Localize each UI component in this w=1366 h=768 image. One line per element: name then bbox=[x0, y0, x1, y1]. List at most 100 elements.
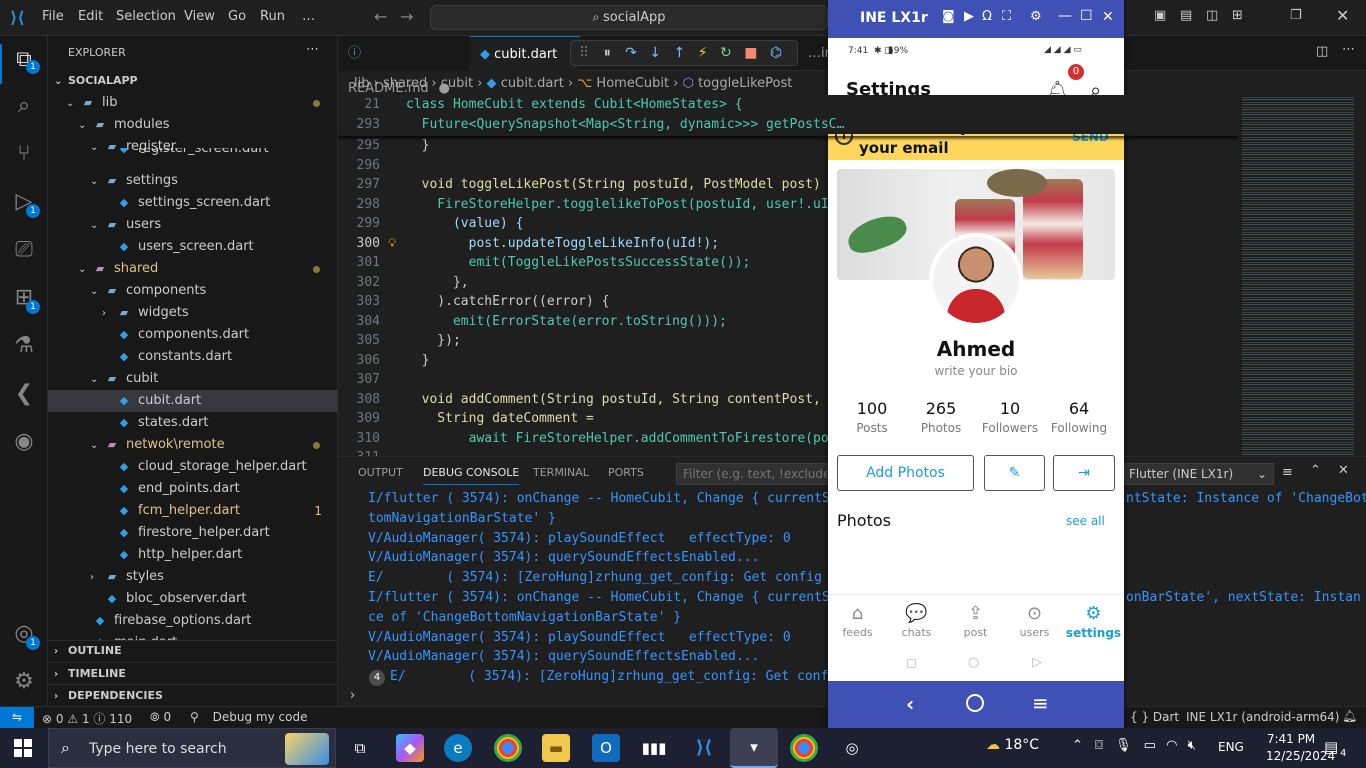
file-explorer-icon[interactable]: ▬ bbox=[542, 734, 570, 762]
video-icon[interactable]: ▶ bbox=[964, 9, 974, 24]
layout-custom-icon[interactable]: ⊞ bbox=[1232, 8, 1243, 23]
explorer-item[interactable]: ◆ cloud_storage_helper.dart bbox=[48, 456, 338, 478]
testing-icon[interactable]: ⚗ bbox=[10, 332, 38, 360]
add-photos-button[interactable]: Add Photos bbox=[837, 455, 974, 491]
maximize-panel-icon[interactable]: ⌃ bbox=[1310, 463, 1321, 478]
console-input-chevron-icon[interactable]: › bbox=[350, 688, 355, 703]
menu-selection[interactable]: Selection bbox=[116, 9, 176, 24]
explorer-item[interactable]: ⌄ ▰ lib bbox=[48, 92, 338, 114]
explorer-item[interactable]: ◆ components.dart bbox=[48, 324, 338, 346]
command-center-search[interactable]: ⌕ socialApp bbox=[430, 5, 828, 30]
back-icon[interactable]: ‹ bbox=[906, 692, 914, 716]
explorer-item[interactable]: › ▰ styles bbox=[48, 566, 338, 588]
explorer-item[interactable]: ⌄ ▰ modules bbox=[48, 114, 338, 136]
project-root[interactable]: ⌄ SOCIALAPP bbox=[48, 70, 338, 92]
menu-go[interactable]: Go bbox=[228, 9, 246, 24]
layout-sidebar-icon[interactable]: ▣ bbox=[1154, 8, 1166, 23]
tab-ports[interactable]: PORTS bbox=[608, 466, 644, 479]
headset-icon[interactable]: Ω bbox=[982, 9, 992, 24]
explorer-item[interactable]: ◆ firestore_helper.dart bbox=[48, 522, 338, 544]
step-over-icon[interactable]: ↷ bbox=[625, 45, 637, 61]
system-tray[interactable]: ⌃ ⌼ 🎙︎ ▭ ◠ 🔇︎ bbox=[1072, 738, 1196, 753]
outlook-icon[interactable]: O bbox=[592, 734, 620, 762]
menu-icon[interactable]: ≡ bbox=[1032, 691, 1049, 715]
lightbulb-icon[interactable]: 💡︎ bbox=[388, 234, 396, 254]
explorer-item[interactable]: ⌄ ▰ settings bbox=[48, 170, 338, 192]
breadcrumb-file[interactable]: cubit.dart bbox=[501, 76, 564, 91]
restart-icon[interactable]: ↻ bbox=[720, 45, 732, 61]
breadcrumb-method[interactable]: toggleLikePost bbox=[698, 76, 792, 91]
breadcrumb-class[interactable]: HomeCubit bbox=[596, 76, 669, 91]
edit-profile-button[interactable]: ✎ bbox=[984, 455, 1045, 491]
explorer-item[interactable]: ◆ cubit.dart bbox=[48, 390, 338, 412]
camera-icon[interactable]: ◙ bbox=[942, 9, 955, 24]
minimize-icon[interactable]: — bbox=[1058, 8, 1072, 24]
timeline-section[interactable]: › TIMELINE bbox=[48, 662, 338, 684]
search-icon[interactable]: ⌕ bbox=[10, 92, 38, 120]
triangle-icon[interactable]: ▷ bbox=[1032, 655, 1042, 670]
explorer-item[interactable]: ◆ settings_screen.dart bbox=[48, 192, 338, 214]
outline-section[interactable]: › OUTLINE bbox=[48, 640, 338, 662]
menu-run[interactable]: Run bbox=[260, 9, 285, 24]
close-window-icon[interactable]: ✕ bbox=[1336, 6, 1349, 25]
notifications-bell-icon[interactable]: 🔔︎ bbox=[1342, 709, 1357, 723]
audio-app-icon[interactable]: ▮▮▮ bbox=[640, 734, 668, 762]
debug-target[interactable]: ⚲ Debug my code bbox=[190, 710, 307, 724]
restore-window-icon[interactable]: ❐ bbox=[1290, 8, 1302, 23]
explorer-item[interactable]: ⌄ ▰ cubit bbox=[48, 368, 338, 390]
chrome-icon[interactable] bbox=[494, 734, 522, 762]
flutter-icon[interactable]: ❮ bbox=[10, 380, 38, 408]
nav-feeds[interactable]: ⌂ feeds bbox=[828, 602, 887, 639]
tab-terminal[interactable]: TERMINAL bbox=[533, 466, 589, 479]
problems-indicator[interactable]: ⊗ 0 ⚠ 1 ⓘ 110 bbox=[42, 710, 132, 727]
pause-icon[interactable]: ⏸ bbox=[604, 45, 611, 61]
explorer-item[interactable]: ◆ states.dart bbox=[48, 412, 338, 434]
logout-button[interactable]: ⇥ bbox=[1053, 455, 1115, 491]
clock[interactable]: 7:41 PM 12/25/2024 bbox=[1266, 731, 1335, 765]
copilot-icon[interactable]: ◆ bbox=[396, 734, 424, 762]
circle-icon[interactable]: ○ bbox=[968, 655, 979, 670]
vscode-icon[interactable]: ⟩⟨ bbox=[690, 734, 718, 762]
devtools-icon[interactable]: ⌬ bbox=[770, 45, 782, 61]
ports-indicator[interactable]: ⦾ 0 bbox=[150, 710, 171, 725]
clear-console-icon[interactable]: ≡ bbox=[1282, 465, 1293, 480]
forward-arrow-icon[interactable]: → bbox=[400, 7, 413, 26]
menu-view[interactable]: View bbox=[184, 9, 215, 24]
manage-gear-icon[interactable]: ⚙ bbox=[10, 668, 38, 696]
source-control-icon[interactable]: ⑂ bbox=[10, 140, 38, 168]
avatar[interactable] bbox=[929, 233, 1023, 327]
explorer-item[interactable]: ◆ users_screen.dart bbox=[48, 236, 338, 258]
step-into-icon[interactable]: ↓ bbox=[649, 45, 661, 61]
layout-secondary-icon[interactable]: ◫ bbox=[1206, 8, 1218, 23]
fullscreen-icon[interactable]: ⛶ bbox=[1002, 9, 1011, 24]
phone-mirror-taskbar-icon[interactable]: ▾ bbox=[730, 728, 778, 768]
windows-start-icon[interactable] bbox=[14, 739, 32, 757]
close-panel-icon[interactable]: ✕ bbox=[1338, 463, 1349, 478]
explorer-item[interactable]: ◆ firebase_options.dart bbox=[48, 610, 338, 632]
explorer-item[interactable]: ◆ fcm_helper.dart 1 bbox=[48, 500, 338, 522]
explorer-item[interactable]: ◆ constants.dart bbox=[48, 346, 338, 368]
see-all-link[interactable]: see all bbox=[1066, 514, 1105, 528]
explorer-item[interactable]: › ▰ widgets bbox=[48, 302, 338, 324]
breadcrumb-lib[interactable]: lib bbox=[354, 76, 369, 91]
nav-users[interactable]: ⊙ users bbox=[1005, 602, 1064, 639]
remote-explorer-icon[interactable]: ⎚ bbox=[10, 236, 38, 264]
github-icon[interactable]: ◉ bbox=[10, 428, 38, 456]
home-circle-icon[interactable] bbox=[966, 694, 984, 712]
debug-session-select[interactable]: Flutter (INE LX1r) ⌄ bbox=[1124, 463, 1274, 485]
tab-debug-console[interactable]: DEBUG CONSOLE bbox=[423, 466, 520, 485]
hot-reload-icon[interactable]: ⚡ bbox=[698, 45, 708, 61]
step-out-icon[interactable]: ↑ bbox=[674, 45, 686, 61]
tab-readme[interactable]: ⓘ README.md ● bbox=[338, 36, 470, 96]
nav-settings[interactable]: ⚙ settings bbox=[1064, 602, 1123, 640]
explorer-more-icon[interactable]: ⋯ bbox=[306, 42, 319, 57]
explorer-item[interactable]: ◆ bloc_observer.dart bbox=[48, 588, 338, 610]
taskbar-search-box[interactable]: ⌕ Type here to search bbox=[48, 728, 336, 768]
device-selector[interactable]: INE LX1r (android-arm64) bbox=[1186, 710, 1339, 724]
explorer-item[interactable]: ⌄ ▰ components bbox=[48, 280, 338, 302]
maximize-icon[interactable]: ☐ bbox=[1080, 8, 1093, 24]
edge-icon[interactable]: e bbox=[444, 734, 472, 762]
tab-cubit-dart[interactable]: ◆ cubit.dart bbox=[470, 36, 580, 71]
split-editor-icon[interactable]: ◫ bbox=[1316, 44, 1328, 59]
explorer-item[interactable]: ⌄ ▰ shared bbox=[48, 258, 338, 280]
